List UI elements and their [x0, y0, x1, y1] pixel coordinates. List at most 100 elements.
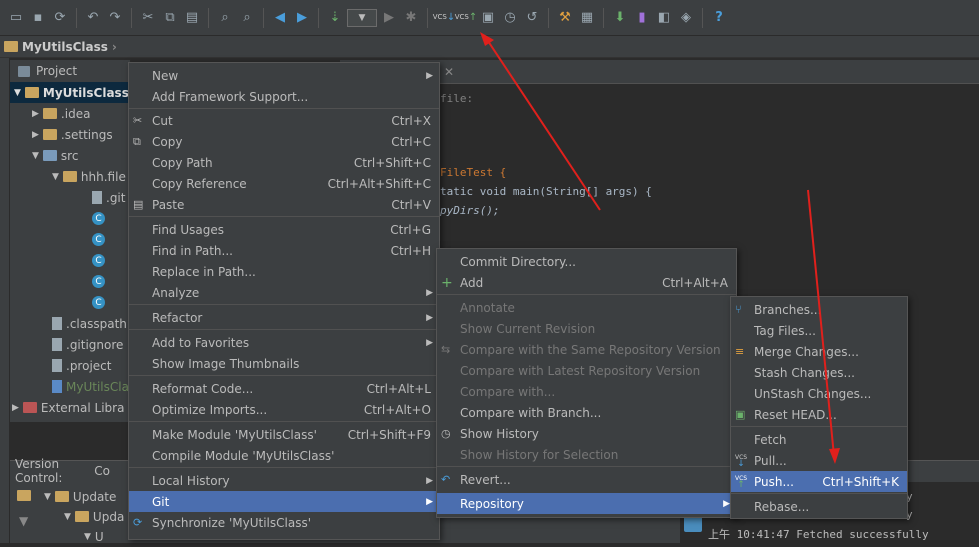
avd-icon[interactable]: ▮ — [632, 8, 652, 28]
menu-item-paste[interactable]: ▤ Paste Ctrl+V — [129, 194, 439, 215]
version-control-tab[interactable]: Version Control: Co — [10, 457, 110, 485]
repo-push[interactable]: VCS ↑ Push... Ctrl+Shift+K — [731, 471, 907, 492]
menu-item-copy-path[interactable]: Copy Path Ctrl+Shift+C — [129, 152, 439, 173]
project-panel-title[interactable]: Project — [36, 64, 77, 78]
copy-icon[interactable]: ⧉ — [160, 8, 180, 28]
code-line: pyDirs(); — [440, 204, 500, 217]
git-revert[interactable]: ↶ Revert... — [437, 469, 736, 490]
sdk-icon[interactable]: ⬇ — [610, 8, 630, 28]
android-monitor-icon[interactable]: ◧ — [654, 8, 674, 28]
vcs-revert-icon[interactable]: ↺ — [522, 8, 542, 28]
vc-tree-row[interactable]: ▼ U — [84, 526, 104, 547]
menu-item-make-module[interactable]: Make Module 'MyUtilsClass' Ctrl+Shift+F9 — [129, 424, 439, 445]
build-icon[interactable]: ⇣ — [325, 8, 345, 28]
tree-row[interactable]: MyUtilsCla — [52, 376, 129, 397]
vc-tree-row[interactable]: ▼ Upda — [64, 506, 124, 527]
close-tab-icon[interactable]: ✕ — [444, 65, 454, 79]
menu-item-synchronize[interactable]: ⟳ Synchronize 'MyUtilsClass' — [129, 512, 439, 533]
tree-row[interactable]: ▼ hhh.file — [52, 166, 126, 187]
menu-item-show-thumbnails[interactable]: Show Image Thumbnails — [129, 353, 439, 374]
menu-item-copy[interactable]: ⧉ Copy Ctrl+C — [129, 131, 439, 152]
tree-row[interactable]: C — [92, 271, 105, 292]
tree-row[interactable]: ▶ .settings — [32, 124, 113, 145]
tree-row[interactable]: .gitignore — [52, 334, 123, 355]
git-show-history-selection: Show History for Selection — [460, 447, 619, 462]
vcs-update-icon[interactable]: VCS ↓ — [433, 8, 456, 28]
git-compare-with: Compare with... — [460, 384, 556, 399]
repo-unstash-changes[interactable]: UnStash Changes... — [731, 383, 907, 404]
main-toolbar: ▭ ▪ ⟳ ↶ ↷ ✂ ⧉ ▤ ⌕ ⌕ ◀ ▶ ⇣ ▼ ▶ ✱ VCS ↓ VCS… — [0, 0, 979, 36]
paste-icon[interactable]: ▤ — [182, 8, 202, 28]
run-config-dropdown[interactable]: ▼ — [347, 8, 377, 27]
menu-item-compile-module[interactable]: Compile Module 'MyUtilsClass' — [129, 445, 439, 466]
tree-row[interactable]: C — [92, 292, 105, 313]
vcs-history-icon[interactable]: ◷ — [500, 8, 520, 28]
menu-item-new[interactable]: New ▶ — [129, 65, 439, 86]
replace-icon[interactable]: ⌕ — [237, 8, 257, 28]
menu-item-replace-in-path[interactable]: Replace in Path... — [129, 261, 439, 282]
menu-item-reformat-code[interactable]: Reformat Code... Ctrl+Alt+L — [129, 378, 439, 399]
git-commit-directory[interactable]: Commit Directory... — [437, 251, 736, 272]
menu-item-local-history[interactable]: Local History ▶ — [129, 470, 439, 491]
repo-merge-changes[interactable]: ≡ Merge Changes... — [731, 341, 907, 362]
vcs-commit-icon[interactable]: VCS ↑ — [455, 8, 478, 28]
repo-branches[interactable]: ⑂ Branches... — [731, 299, 907, 320]
menu-item-optimize-imports[interactable]: Optimize Imports... Ctrl+Alt+O — [129, 399, 439, 420]
git-repository[interactable]: Repository ▶ — [437, 493, 736, 514]
menu-item-add-framework[interactable]: Add Framework Support... — [129, 86, 439, 107]
find-icon[interactable]: ⌕ — [215, 8, 235, 28]
help-icon[interactable]: ? — [709, 8, 729, 28]
git-compare-with-branch[interactable]: Compare with Branch... — [437, 402, 736, 423]
menu-item-find-in-path[interactable]: Find in Path... Ctrl+H — [129, 240, 439, 261]
repo-tag-files[interactable]: Tag Files... — [731, 320, 907, 341]
tree-row[interactable]: ▶ External Libra — [12, 397, 124, 418]
repo-reset-head[interactable]: ▣ Reset HEAD... — [731, 404, 907, 425]
file-icon — [52, 338, 62, 351]
tree-row[interactable]: C — [92, 208, 105, 229]
folder-icon[interactable] — [17, 490, 31, 501]
tree-row-root[interactable]: ▼ MyUtilsClass — [10, 82, 130, 103]
menu-item-refactor[interactable]: Refactor ▶ — [129, 307, 439, 328]
menu-item-analyze[interactable]: Analyze ▶ — [129, 282, 439, 303]
debug-icon[interactable]: ✱ — [401, 8, 421, 28]
tree-row[interactable]: ▼ src — [32, 145, 78, 166]
project-structure-icon[interactable]: ▦ — [577, 8, 597, 28]
menu-item-add-to-favorites[interactable]: Add to Favorites ▶ — [129, 332, 439, 353]
menu-item-cut[interactable]: ✂ Cut Ctrl+X — [129, 110, 439, 131]
vc-tree-row[interactable]: ▼ Update — [44, 486, 116, 507]
settings-icon[interactable]: ⚒ — [555, 8, 575, 28]
folder-icon — [42, 150, 57, 161]
android-icon[interactable]: ◈ — [676, 8, 696, 28]
tree-row[interactable]: ▶ .idea — [32, 103, 90, 124]
repo-rebase[interactable]: Rebase... — [731, 496, 907, 517]
back-icon[interactable]: ◀ — [270, 8, 290, 28]
cut-icon[interactable]: ✂ — [138, 8, 158, 28]
vcs-compare-icon[interactable]: ▣ — [478, 8, 498, 28]
git-add[interactable]: + Add Ctrl+Alt+A — [437, 272, 736, 293]
tree-row[interactable]: .project — [52, 355, 111, 376]
menu-item-copy-reference[interactable]: Copy Reference Ctrl+Alt+Shift+C — [129, 173, 439, 194]
forward-icon[interactable]: ▶ — [292, 8, 312, 28]
tree-row[interactable]: .git — [92, 187, 125, 208]
folder-icon — [74, 511, 89, 522]
tree-row[interactable]: .classpath — [52, 313, 127, 334]
tree-row[interactable]: C — [92, 229, 105, 250]
menu-item-git[interactable]: Git ▶ — [129, 491, 439, 512]
open-icon[interactable]: ▭ — [6, 8, 26, 28]
repo-pull[interactable]: VCS ↓ Pull... — [731, 450, 907, 471]
code-line: file: — [440, 92, 474, 105]
breadcrumb-project[interactable]: MyUtilsClass — [22, 40, 108, 54]
repo-stash-changes[interactable]: Stash Changes... — [731, 362, 907, 383]
git-show-history[interactable]: ◷ Show History — [437, 423, 736, 444]
menu-item-find-usages[interactable]: Find Usages Ctrl+G — [129, 219, 439, 240]
filter-icon[interactable]: ▼ — [19, 514, 29, 528]
repo-fetch[interactable]: Fetch — [731, 429, 907, 450]
folder-icon — [54, 491, 69, 502]
tree-row[interactable]: C — [92, 250, 105, 271]
undo-icon[interactable]: ↶ — [83, 8, 103, 28]
class-icon: C — [92, 275, 105, 288]
save-icon[interactable]: ▪ — [28, 8, 48, 28]
sync-icon[interactable]: ⟳ — [50, 8, 70, 28]
run-icon[interactable]: ▶ — [379, 8, 399, 28]
redo-icon[interactable]: ↷ — [105, 8, 125, 28]
